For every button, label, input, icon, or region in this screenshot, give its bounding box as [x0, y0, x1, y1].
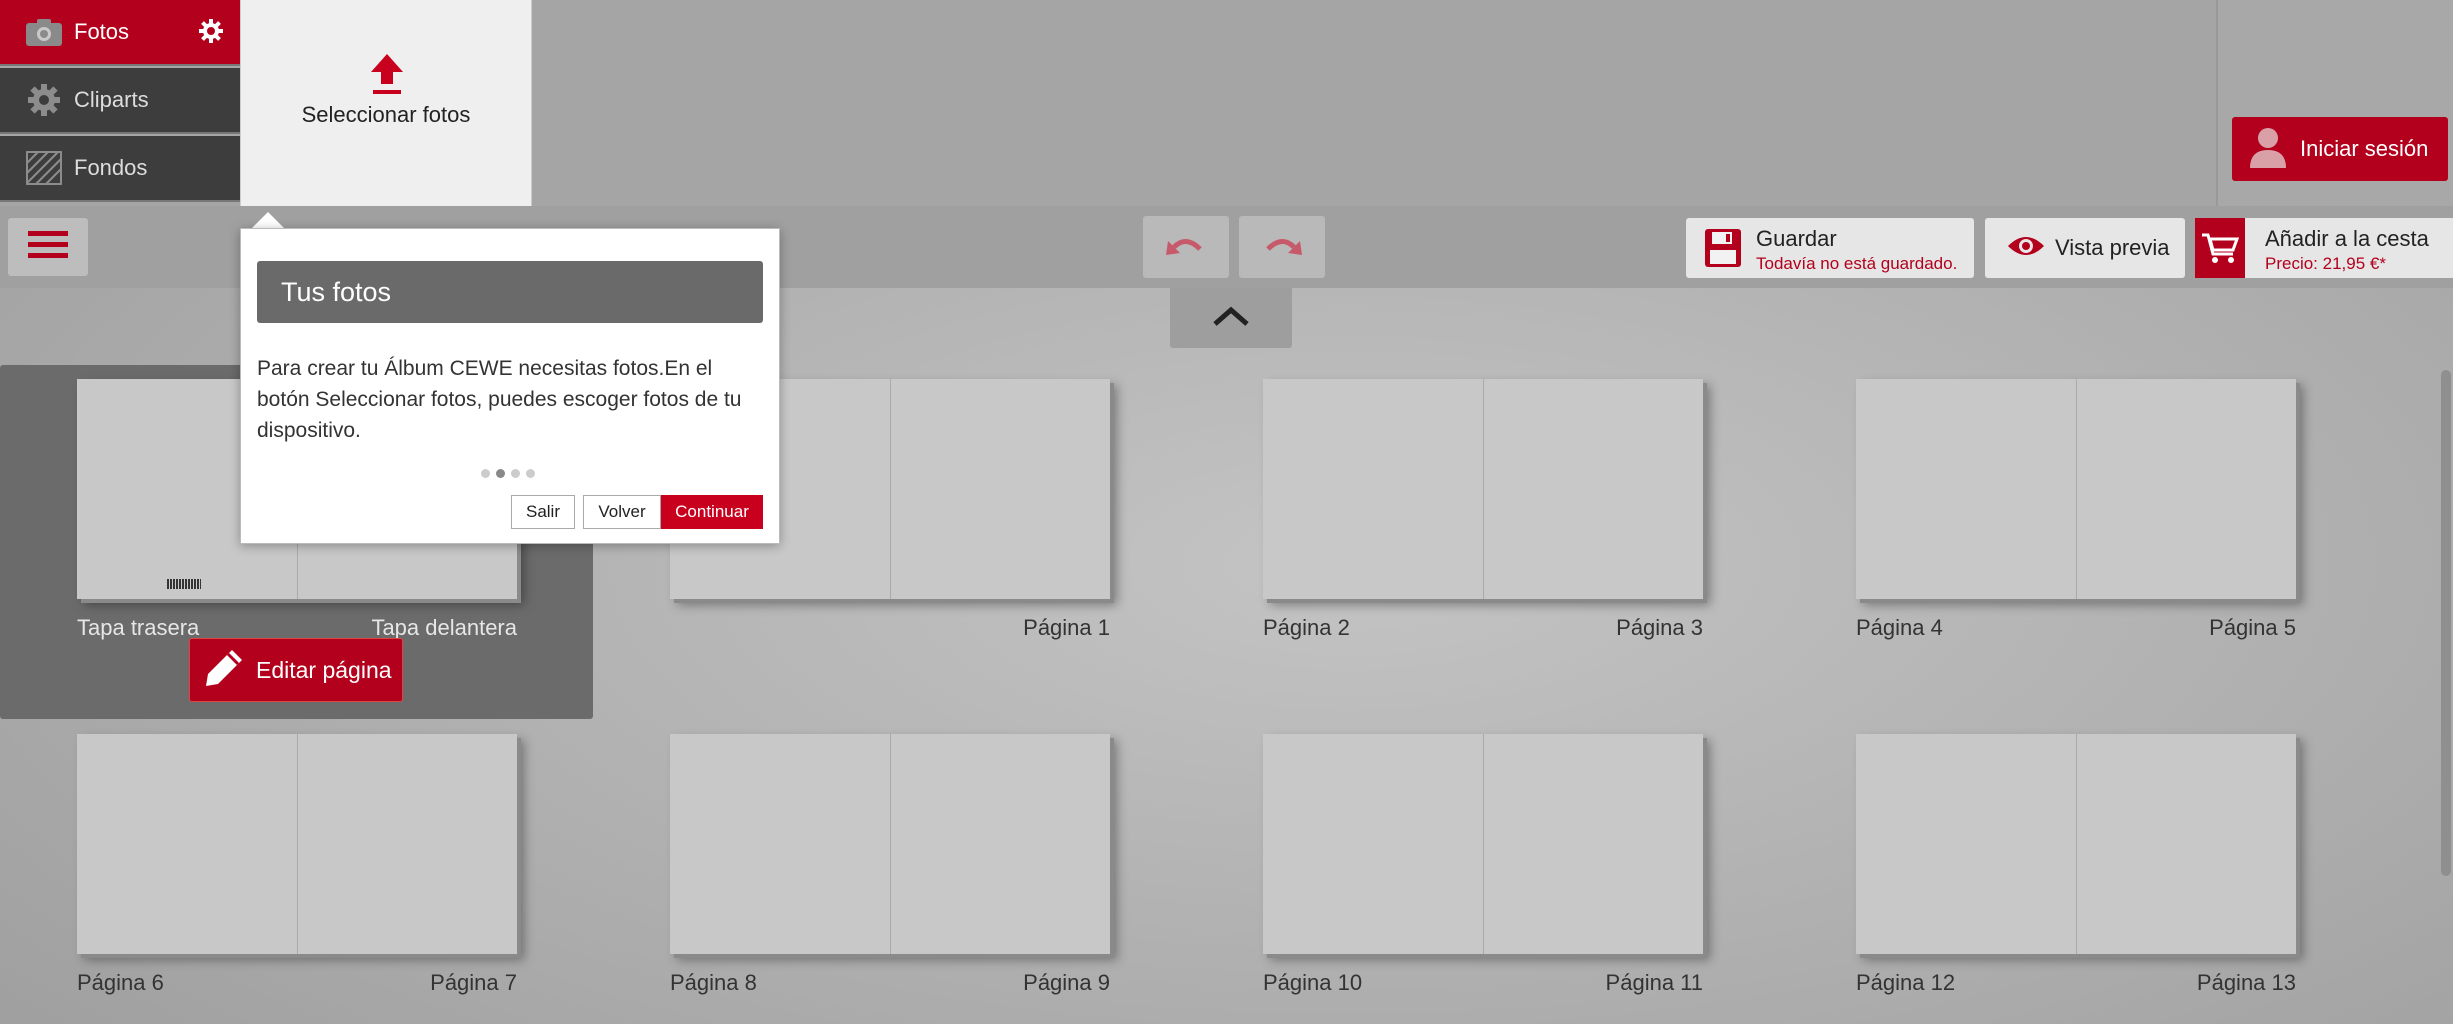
- upload-label: Seleccionar fotos: [301, 102, 471, 127]
- page-label-left: Página 4: [1856, 615, 1943, 640]
- spread-fold: [2076, 379, 2077, 599]
- page-label-left: Página 12: [1856, 970, 1956, 995]
- page-label-right: Página 7: [430, 970, 517, 995]
- spread-pages-8-9[interactable]: [670, 734, 1110, 954]
- spread-pages-10-11[interactable]: [1263, 734, 1703, 954]
- shopping-cart-icon: [2195, 218, 2245, 278]
- page-label-right: Página 3: [1616, 615, 1703, 640]
- spread-pages-2-3[interactable]: [1263, 379, 1703, 599]
- sidebar-tab-fotos[interactable]: Fotos: [0, 0, 240, 66]
- undo-icon: [1166, 233, 1206, 262]
- redo-button[interactable]: [1239, 216, 1325, 278]
- tour-step-dots: [481, 469, 535, 478]
- tour-step-dot: [526, 469, 535, 478]
- camera-icon: [22, 14, 66, 50]
- preview-label: Vista previa: [2055, 235, 2170, 260]
- cart-price: Precio: 21,95 €*: [2265, 254, 2386, 273]
- tour-back-button[interactable]: Volver: [583, 495, 661, 529]
- floppy-disk-icon: [1704, 228, 1742, 273]
- settings-gear-icon[interactable]: [198, 18, 224, 49]
- page-label-left: Tapa trasera: [77, 615, 200, 640]
- tour-title: Tus fotos: [281, 277, 392, 307]
- undo-button[interactable]: [1143, 216, 1229, 278]
- spread-fold: [890, 734, 891, 954]
- upload-photos-panel[interactable]: Seleccionar fotos: [240, 0, 532, 208]
- page-label-right: Página 1: [1023, 615, 1110, 640]
- eye-icon: [2007, 234, 2045, 263]
- edit-page-button[interactable]: Editar página: [189, 638, 403, 702]
- page-label-right: Página 5: [2209, 615, 2296, 640]
- add-to-cart-button[interactable]: Añadir a la cesta Precio: 21,95 €*: [2195, 218, 2453, 278]
- tour-header: Tus fotos: [257, 261, 763, 323]
- tour-body-text: Para crear tu Álbum CEWE necesitas fotos…: [257, 357, 742, 442]
- page-label-right: Página 13: [2196, 970, 2296, 995]
- spread-fold: [2076, 734, 2077, 954]
- upload-icon: [367, 52, 407, 96]
- redo-icon: [1262, 233, 1302, 262]
- chevron-up-icon: [1211, 304, 1251, 333]
- barcode: [167, 579, 201, 589]
- spread-fold: [297, 734, 298, 954]
- background-pattern-icon: [22, 150, 66, 186]
- sidebar-tab-label: Fondos: [74, 155, 148, 180]
- page-scrollbar[interactable]: [2441, 370, 2451, 876]
- sidebar-tab-cliparts[interactable]: Cliparts: [0, 68, 240, 134]
- collapse-panel-button[interactable]: [1170, 288, 1292, 348]
- pencil-icon: [204, 648, 244, 693]
- sidebar-tab-fondos[interactable]: Fondos: [0, 136, 240, 202]
- page-label-left: Página 8: [670, 970, 757, 995]
- hamburger-icon: [28, 230, 68, 265]
- tour-step-dot-active: [496, 469, 505, 478]
- tour-step-dot: [481, 469, 490, 478]
- page-label-right: Página 11: [1605, 970, 1703, 995]
- tour-popover: Tus fotos Para crear tu Álbum CEWE neces…: [240, 228, 780, 544]
- page-label-left: Página 10: [1263, 970, 1363, 995]
- login-button[interactable]: Iniciar sesión: [2232, 117, 2448, 181]
- sidebar-tab-label: Fotos: [74, 19, 130, 44]
- spread-fold: [1483, 734, 1484, 954]
- spread-fold: [1483, 379, 1484, 599]
- menu-button[interactable]: [8, 218, 88, 276]
- tour-exit-button[interactable]: Salir: [511, 495, 575, 529]
- preview-button[interactable]: Vista previa: [1985, 218, 2185, 278]
- sidebar-tab-label: Cliparts: [74, 87, 149, 112]
- page-label-right: Página 9: [1023, 970, 1110, 995]
- page-label-left: Página 2: [1263, 615, 1350, 640]
- edit-page-label: Editar página: [256, 656, 392, 683]
- tour-step-dot: [511, 469, 520, 478]
- tour-continue-button[interactable]: Continuar: [661, 495, 763, 529]
- spread-pages-12-13[interactable]: [1856, 734, 2296, 954]
- save-title: Guardar: [1756, 226, 1837, 251]
- spread-fold: [890, 379, 891, 599]
- user-icon: [2248, 126, 2288, 173]
- page-label-left: Página 6: [77, 970, 164, 995]
- save-button[interactable]: Guardar Todavía no está guardado.: [1686, 218, 1974, 278]
- save-status: Todavía no está guardado.: [1756, 254, 1958, 273]
- tour-popover-arrow: [252, 212, 284, 228]
- cog-icon: [22, 82, 66, 118]
- spread-pages-6-7[interactable]: [77, 734, 517, 954]
- cart-title: Añadir a la cesta: [2265, 226, 2429, 251]
- login-label: Iniciar sesión: [2300, 136, 2429, 161]
- spread-pages-4-5[interactable]: [1856, 379, 2296, 599]
